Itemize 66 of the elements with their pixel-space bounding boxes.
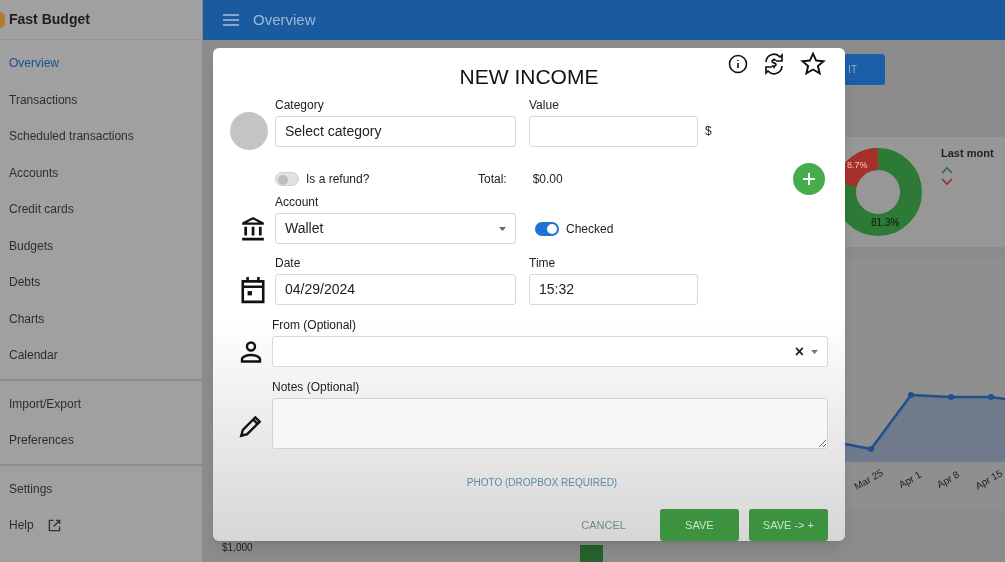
info-icon[interactable] [728, 54, 748, 74]
pencil-icon [238, 413, 264, 439]
sidebar-item[interactable]: Preferences [0, 422, 202, 459]
field-label: Account [275, 196, 320, 208]
plus-icon [803, 173, 815, 186]
menu-icon[interactable] [223, 14, 239, 26]
time-field[interactable]: 15:32 [529, 274, 698, 305]
chevron-up-icon [941, 165, 953, 174]
clear-button[interactable]: × [794, 343, 804, 360]
field-label: Date [275, 257, 302, 269]
sidebar-item[interactable]: Overview [0, 45, 202, 82]
toggle-label: Is a refund? [306, 171, 370, 189]
currency-symbol: $ [705, 123, 712, 141]
field-label: From (Optional) [272, 319, 358, 331]
account-dropdown[interactable]: Wallet [275, 213, 516, 244]
toggle-switch[interactable] [535, 221, 559, 236]
currency-exchange-icon[interactable] [762, 52, 786, 76]
sidebar-item[interactable]: Import/Export [0, 385, 202, 422]
axis-label: Apr 1 [896, 467, 925, 492]
notes-field[interactable] [272, 398, 828, 449]
sidebar-item[interactable]: Help [0, 507, 202, 544]
dialog-title: NEW INCOME [459, 64, 599, 91]
bar-drawing [580, 545, 603, 562]
caret-icon [811, 349, 818, 354]
category-field[interactable]: Select category [275, 115, 516, 147]
category-avatar[interactable] [230, 111, 268, 150]
axis-label: Mar 25 [851, 465, 886, 494]
save-button[interactable]: SAVE [659, 509, 739, 541]
sidebar-item[interactable]: Budgets [0, 227, 202, 264]
photo-link[interactable]: PHOTO (DROPBOX REQUIRED) [466, 475, 618, 490]
external-link-icon [47, 518, 61, 532]
save-button[interactable]: SAVE -> + [748, 509, 828, 541]
bank-icon [239, 215, 266, 242]
star-icon[interactable] [800, 51, 826, 77]
toggle-label: Checked [566, 220, 614, 238]
total-value: $0.00 [532, 171, 563, 189]
sidebar-item[interactable]: Transactions [0, 81, 202, 118]
header-title: Overview [253, 9, 316, 30]
toggle-switch[interactable] [275, 172, 299, 187]
calendar-icon [239, 275, 266, 304]
field-label: Category [275, 98, 325, 111]
field-label: Value [529, 98, 560, 111]
caret-icon [499, 226, 506, 231]
from-dropdown[interactable]: × [272, 336, 828, 367]
axis-label: $1,000 [222, 541, 253, 555]
date-field[interactable]: 04/29/2024 [275, 274, 516, 305]
add-button[interactable] [793, 163, 825, 196]
chart-percent: 81.3% [871, 216, 900, 230]
chevron-down-icon [941, 177, 953, 186]
sidebar-item[interactable]: Scheduled transactions [0, 118, 202, 155]
sidebar-item[interactable]: Debts [0, 264, 202, 301]
axis-label: Apr 15 [972, 466, 1005, 494]
sidebar-item[interactable]: Charts [0, 300, 202, 337]
app-name: Fast Budget [9, 10, 90, 29]
chart-percent: 8.7% [847, 159, 868, 172]
sidebar-item[interactable]: Credit cards [0, 191, 202, 228]
sidebar-item[interactable]: Calendar [0, 337, 202, 374]
card-title: Last mont [941, 146, 994, 161]
field-label: Notes (Optional) [272, 381, 361, 393]
sidebar-item[interactable]: Settings [0, 470, 202, 507]
sidebar-item[interactable]: Accounts [0, 154, 202, 191]
axis-label: Apr 8 [933, 467, 963, 492]
total-label: Total: [478, 171, 507, 189]
field-label: Time [529, 257, 557, 269]
value-field[interactable] [529, 115, 698, 147]
person-icon [239, 339, 263, 364]
